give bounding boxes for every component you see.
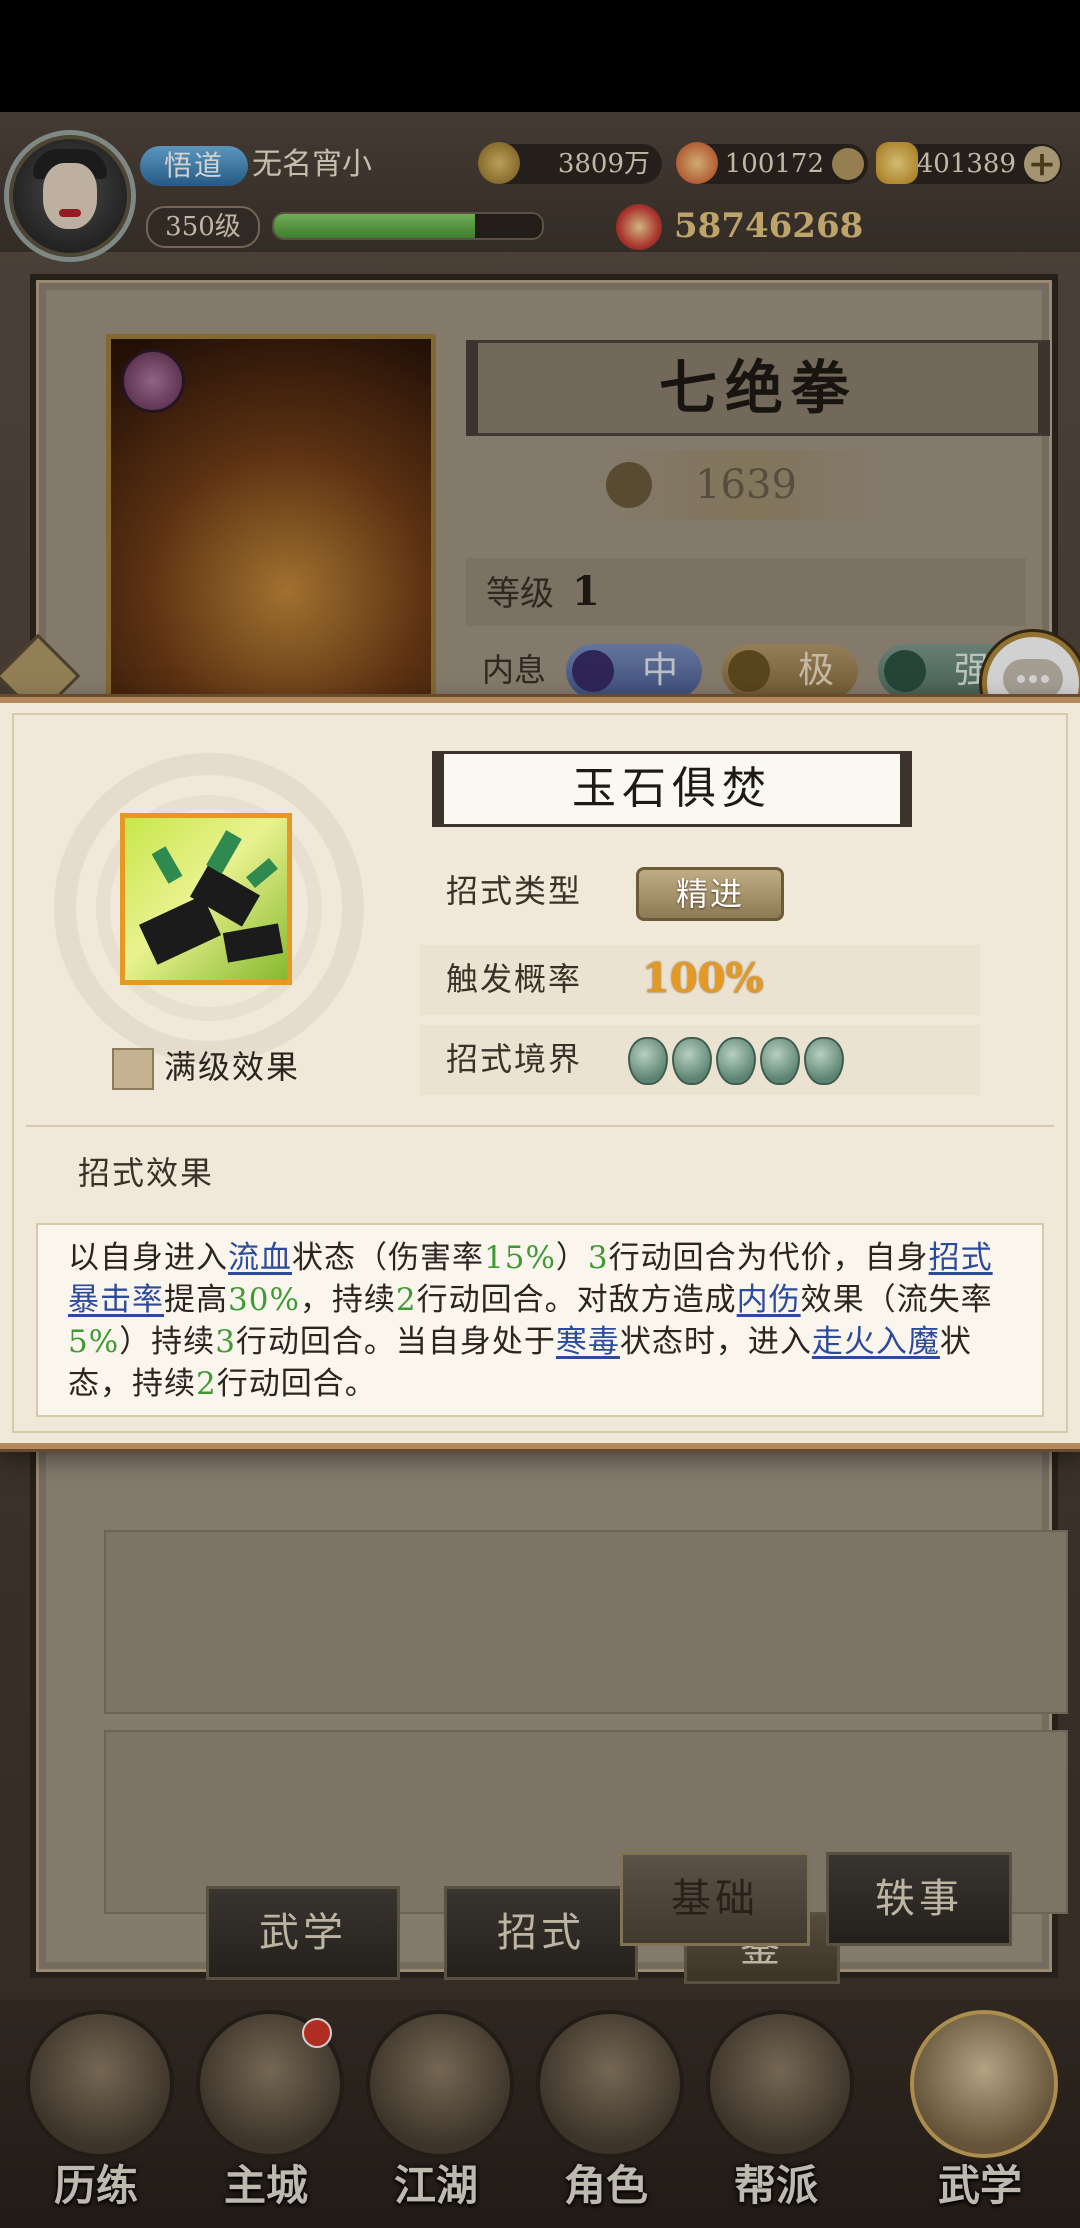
effect-text: 行动回合。对敌方造成 (416, 1282, 737, 1318)
popup-divider (26, 1125, 1054, 1127)
effect-number: 30% (228, 1282, 300, 1318)
trigger-label: 触发概率 (446, 960, 583, 998)
shattered-stone-icon (120, 813, 292, 985)
effect-number: 3 (587, 1240, 609, 1276)
realm-bead-icon (672, 1037, 712, 1085)
effect-text: 行动回合为代价，自身 (608, 1240, 929, 1276)
effect-text: 以自身进入 (68, 1240, 228, 1276)
effect-text: 行动回合。当自身处于 (235, 1324, 556, 1360)
type-label: 招式类型 (446, 872, 583, 910)
keyword-link[interactable]: 走火入魔 (812, 1324, 940, 1360)
jade-shard (151, 846, 183, 884)
effect-text: 状态（伤害率 (292, 1240, 484, 1276)
effect-text: ） (555, 1240, 588, 1276)
jade-shard (246, 857, 278, 889)
max-level-label[interactable]: 满级效果 (164, 1043, 300, 1091)
max-level-checkbox[interactable] (112, 1048, 154, 1090)
effect-header: 招式效果 (78, 1154, 215, 1192)
keyword-link[interactable]: 流血 (228, 1240, 292, 1276)
type-badge: 精进 (636, 867, 784, 921)
effect-number: 2 (395, 1282, 417, 1318)
effect-description: 以自身进入流血状态（伤害率15%）3行动回合为代价，自身招式暴击率提高30%，持… (68, 1237, 1018, 1405)
effect-text: 行动回合。 (216, 1366, 377, 1402)
realm-bead-icon (804, 1037, 844, 1085)
realm-bead-icon (628, 1037, 668, 1085)
effect-number: 3 (215, 1324, 236, 1360)
effect-number: 2 (196, 1366, 217, 1402)
trigger-rate: 100% (642, 955, 764, 1002)
game-screen: 悟道 无名宵小 350级 3809万 100172 401389 + 58746… (0, 112, 1080, 2228)
effect-text: 提高 (164, 1282, 228, 1318)
skill-detail-popup: 满级效果 玉石俱焚 招式类型 精进 触发概率 100% 招式境界 招式效果 以自… (0, 697, 1080, 1449)
popup-skill-title: 玉石俱焚 (432, 751, 912, 827)
effect-number: 15% (484, 1240, 556, 1276)
rock-shape (222, 923, 284, 963)
effect-text: 效果（流失率 (800, 1282, 993, 1318)
effect-text: ）持续 (119, 1324, 216, 1360)
realm-label: 招式境界 (446, 1040, 583, 1078)
effect-text: ，持续 (299, 1282, 396, 1318)
effect-description-box: 以自身进入流血状态（伤害率15%）3行动回合为代价，自身招式暴击率提高30%，持… (36, 1223, 1044, 1417)
jade-shard (206, 830, 242, 874)
keyword-link[interactable]: 内伤 (737, 1282, 801, 1318)
effect-number: 5% (68, 1324, 120, 1360)
realm-bead-icon (716, 1037, 756, 1085)
keyword-link[interactable]: 寒毒 (556, 1324, 620, 1360)
realm-bead-icon (760, 1037, 800, 1085)
effect-text: 状态时，进入 (619, 1324, 812, 1360)
